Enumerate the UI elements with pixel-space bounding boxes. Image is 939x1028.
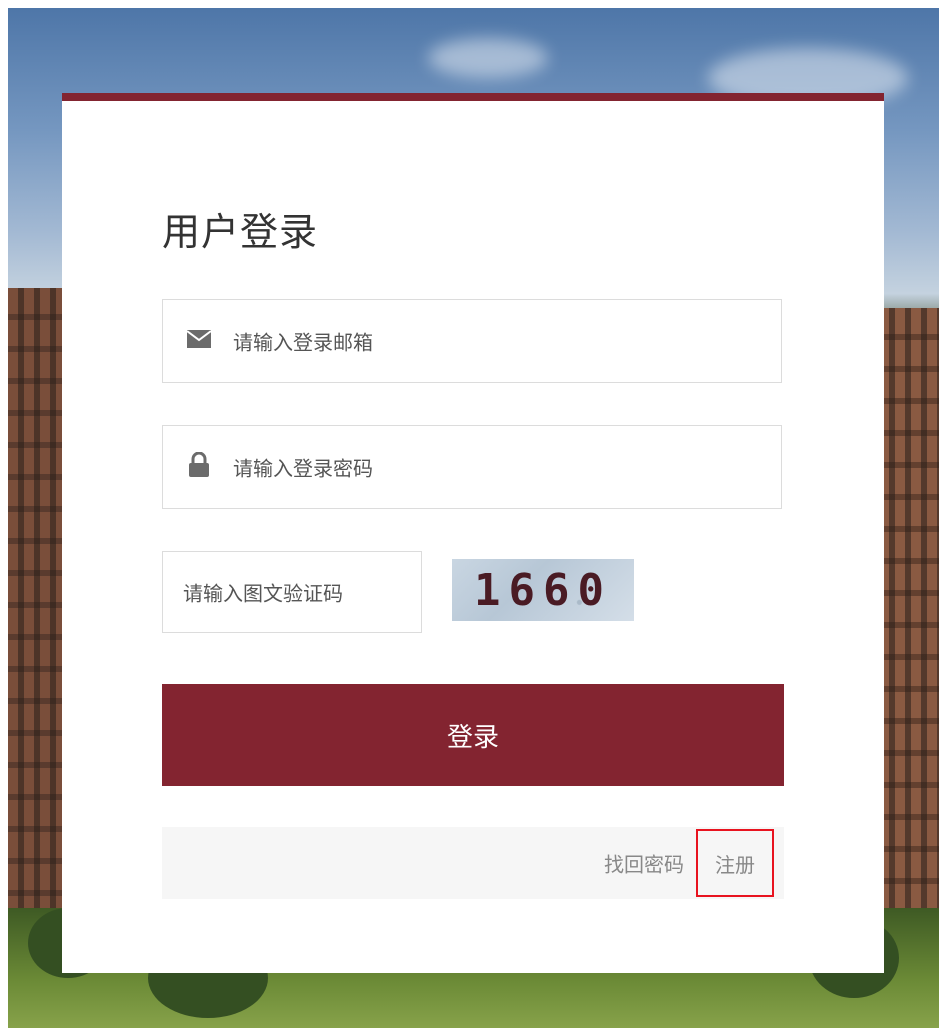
- captcha-image[interactable]: 1660: [452, 559, 634, 621]
- login-card: 用户登录 请输入登录邮箱 请输入登录密码 请输入图文验证码 1660 登录 找回…: [62, 93, 884, 973]
- auth-links-bar: 找回密码 注册: [162, 827, 784, 899]
- envelope-icon: [186, 330, 212, 352]
- password-field[interactable]: 请输入登录密码: [162, 425, 782, 509]
- register-link[interactable]: 注册: [696, 829, 774, 897]
- email-placeholder: 请输入登录邮箱: [233, 330, 373, 355]
- email-field[interactable]: 请输入登录邮箱: [162, 299, 782, 383]
- building-left: [8, 288, 68, 928]
- forgot-password-link[interactable]: 找回密码: [604, 849, 684, 878]
- login-title: 用户登录: [162, 210, 319, 254]
- building-right: [879, 308, 939, 928]
- captcha-input[interactable]: 请输入图文验证码: [162, 551, 422, 633]
- login-button[interactable]: 登录: [162, 684, 784, 786]
- password-placeholder: 请输入登录密码: [233, 456, 373, 481]
- lock-icon: [187, 451, 211, 482]
- captcha-placeholder: 请输入图文验证码: [183, 581, 343, 606]
